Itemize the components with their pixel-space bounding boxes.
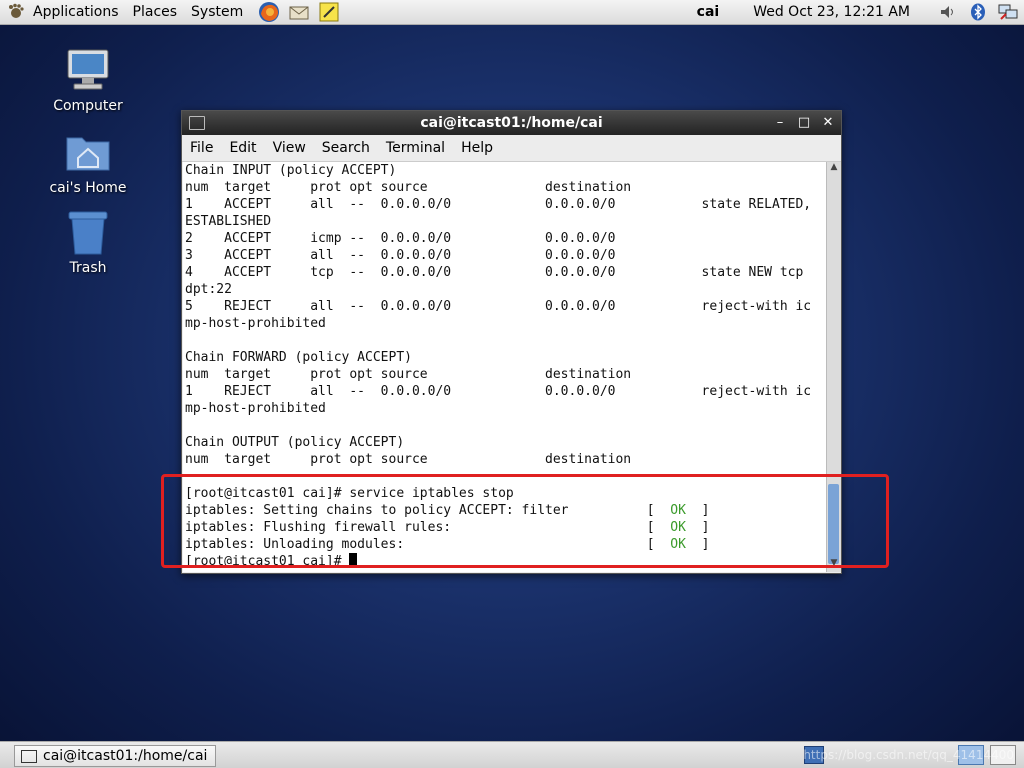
menu-help[interactable]: Help	[453, 140, 501, 156]
desktop-icon-home[interactable]: cai's Home	[38, 128, 138, 196]
menu-terminal[interactable]: Terminal	[378, 140, 453, 156]
terminal-line: num target prot opt source destination	[185, 452, 632, 467]
terminal-window: cai@itcast01:/home/cai – □ ✕ File Edit V…	[181, 110, 842, 574]
clock[interactable]: Wed Oct 23, 12:21 AM	[753, 4, 910, 20]
volume-icon[interactable]	[938, 2, 958, 22]
trash-icon	[64, 208, 112, 256]
terminal-line: mp-host-prohibited	[185, 316, 326, 331]
top-panel: Applications Places System cai Wed Oct 2…	[0, 0, 1024, 25]
text-cursor	[349, 553, 358, 568]
watermark: https://blog.csdn.net/qq_41414400	[803, 748, 1014, 762]
terminal-icon	[189, 116, 205, 130]
prompt-line[interactable]: [root@itcast01 cai]#	[185, 553, 828, 570]
terminal-line: 1 REJECT all -- 0.0.0.0/0 0.0.0.0/0 reje…	[185, 384, 812, 399]
terminal-line: num target prot opt source destination	[185, 367, 632, 382]
scrollbar-thumb[interactable]	[828, 484, 839, 564]
terminal-line: ESTABLISHED	[185, 214, 272, 229]
menu-file[interactable]: File	[182, 140, 221, 156]
desktop-icon-trash[interactable]: Trash	[38, 208, 138, 276]
window-titlebar[interactable]: cai@itcast01:/home/cai – □ ✕	[182, 111, 841, 135]
status-line: iptables: Unloading modules: [ OK ]	[185, 537, 710, 552]
terminal-line: 3 ACCEPT all -- 0.0.0.0/0 0.0.0.0/0	[185, 248, 616, 263]
terminal-line: Chain FORWARD (policy ACCEPT)	[185, 350, 412, 365]
taskbar-item-terminal[interactable]: cai@itcast01:/home/cai	[14, 745, 216, 767]
terminal-line: mp-host-prohibited	[185, 401, 326, 416]
menu-view[interactable]: View	[265, 140, 314, 156]
taskbar-item-label: cai@itcast01:/home/cai	[43, 748, 208, 764]
ok-status: OK	[670, 503, 686, 518]
maximize-button[interactable]: □	[797, 116, 811, 130]
terminal-line: dpt:22	[185, 282, 232, 297]
terminal-line: 5 REJECT all -- 0.0.0.0/0 0.0.0.0/0 reje…	[185, 299, 812, 314]
minimize-button[interactable]: –	[773, 116, 787, 130]
firefox-icon[interactable]	[258, 1, 280, 23]
menu-search[interactable]: Search	[314, 140, 378, 156]
scroll-down-arrow-icon[interactable]: ▼	[827, 558, 841, 572]
terminal-line: Chain OUTPUT (policy ACCEPT)	[185, 435, 405, 450]
bluetooth-icon[interactable]	[968, 2, 988, 22]
desktop-icon-label: cai's Home	[49, 180, 127, 196]
gnome-foot-icon[interactable]	[6, 2, 26, 22]
status-line: iptables: Setting chains to policy ACCEP…	[185, 503, 710, 518]
terminal-line: 4 ACCEPT tcp -- 0.0.0.0/0 0.0.0.0/0 stat…	[185, 265, 804, 280]
ok-status: OK	[670, 520, 686, 535]
scroll-up-arrow-icon[interactable]: ▲	[827, 162, 841, 176]
bottom-panel: cai@itcast01:/home/cai https://blog.csdn…	[0, 741, 1024, 768]
network-icon[interactable]	[998, 2, 1018, 22]
terminal-line: 2 ACCEPT icmp -- 0.0.0.0/0 0.0.0.0/0	[185, 231, 616, 246]
terminal-menubar: File Edit View Search Terminal Help	[182, 135, 841, 162]
terminal-output[interactable]: Chain INPUT (policy ACCEPT) num target p…	[183, 162, 828, 572]
terminal-line: 1 ACCEPT all -- 0.0.0.0/0 0.0.0.0/0 stat…	[185, 197, 812, 212]
shell-prompt: [root@itcast01 cai]#	[185, 554, 350, 569]
home-folder-icon	[64, 128, 112, 176]
status-line: iptables: Flushing firewall rules: [ OK …	[185, 520, 710, 535]
terminal-scrollbar[interactable]: ▲ ▼	[826, 162, 841, 572]
menu-edit[interactable]: Edit	[221, 140, 264, 156]
close-button[interactable]: ✕	[821, 116, 835, 130]
terminal-line: Chain INPUT (policy ACCEPT)	[185, 163, 397, 178]
computer-icon	[64, 46, 112, 94]
text-editor-icon[interactable]	[318, 1, 340, 23]
user-menu[interactable]: cai	[697, 4, 720, 20]
terminal-line: [root@itcast01 cai]# service iptables st…	[185, 486, 514, 501]
ok-status: OK	[670, 537, 686, 552]
terminal-line: num target prot opt source destination	[185, 180, 632, 195]
desktop-icon-computer[interactable]: Computer	[38, 46, 138, 114]
menu-system[interactable]: System	[184, 0, 250, 24]
desktop-icon-label: Trash	[69, 260, 107, 276]
menu-applications[interactable]: Applications	[26, 0, 126, 24]
mail-icon[interactable]	[288, 1, 310, 23]
window-title: cai@itcast01:/home/cai	[420, 115, 603, 131]
terminal-icon	[21, 749, 37, 763]
desktop-icon-label: Computer	[53, 98, 123, 114]
menu-places[interactable]: Places	[126, 0, 185, 24]
